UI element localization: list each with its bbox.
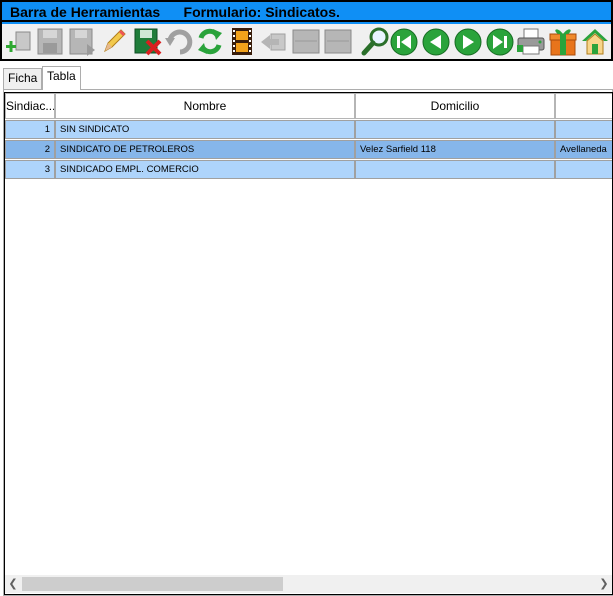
undo-disabled-icon	[165, 29, 193, 55]
disabled-box-icon	[324, 29, 352, 54]
toolbar-buttons	[2, 24, 611, 59]
save-disabled-icon	[37, 28, 63, 55]
cell-id[interactable]: 3	[5, 160, 55, 179]
refresh-icon	[198, 28, 222, 55]
save-as-disabled-icon	[69, 28, 95, 56]
gift-button[interactable]	[548, 26, 578, 57]
add-button[interactable]	[4, 26, 34, 57]
toolbar-window: Barra de Herramientas Formulario: Sindic…	[0, 0, 613, 61]
previous-record-icon	[422, 28, 450, 56]
tab-ficha[interactable]: Ficha	[3, 68, 42, 89]
cell-domicilio[interactable]	[355, 160, 555, 179]
search-button[interactable]	[361, 26, 391, 57]
home-button[interactable]	[580, 26, 610, 57]
undo-button[interactable]	[164, 26, 194, 57]
save-as-button[interactable]	[67, 26, 97, 57]
home-icon	[582, 29, 608, 55]
column-header-sindicato[interactable]: Sindiac...	[5, 93, 55, 119]
last-record-button[interactable]	[485, 26, 515, 57]
cell-domicilio[interactable]: Velez Sarfield 118	[355, 140, 555, 159]
cell-nombre[interactable]: SINDICADO EMPL. COMERCIO	[55, 160, 355, 179]
printer-icon	[517, 28, 545, 55]
print-button[interactable]	[516, 26, 546, 57]
first-record-button[interactable]	[389, 26, 419, 57]
cell-localidad[interactable]	[555, 160, 612, 179]
column-header-nombre[interactable]: Nombre	[55, 93, 355, 119]
scroll-right-icon[interactable]: ❯	[596, 575, 612, 593]
save-button[interactable]	[35, 26, 65, 57]
film-icon	[232, 28, 252, 55]
back-button[interactable]	[259, 26, 289, 57]
cell-localidad[interactable]	[555, 120, 612, 139]
delete-button[interactable]	[132, 26, 162, 57]
disabled-box-icon	[292, 29, 320, 54]
cell-nombre[interactable]: SIN SINDICATO	[55, 120, 355, 139]
next-record-button[interactable]	[453, 26, 483, 57]
table-header: Sindiac... Nombre Domicilio	[5, 93, 612, 120]
tab-tabla[interactable]: Tabla	[42, 66, 81, 90]
cell-nombre[interactable]: SINDICATO DE PETROLEROS	[55, 140, 355, 159]
search-icon	[361, 27, 389, 56]
disabled-button-1[interactable]	[291, 26, 321, 57]
toolbar-title: Barra de Herramientas Formulario: Sindic…	[2, 2, 611, 22]
table-row[interactable]: 3 SINDICADO EMPL. COMERCIO	[5, 160, 612, 180]
table-row[interactable]: 1 SIN SINDICATO	[5, 120, 612, 140]
previous-record-button[interactable]	[421, 26, 451, 57]
cell-id[interactable]: 2	[5, 140, 55, 159]
table-row-selected[interactable]: 2 SINDICATO DE PETROLEROS Velez Sarfield…	[5, 140, 612, 160]
back-disabled-icon	[261, 33, 286, 51]
scrollbar-thumb[interactable]	[22, 577, 283, 591]
scroll-left-icon[interactable]: ❮	[5, 575, 21, 593]
last-record-icon	[486, 28, 514, 56]
next-record-icon	[454, 28, 482, 56]
delete-record-icon	[134, 28, 162, 56]
cell-id[interactable]: 1	[5, 120, 55, 139]
column-header-domicilio[interactable]: Domicilio	[355, 93, 555, 119]
disabled-button-2[interactable]	[323, 26, 353, 57]
cell-domicilio[interactable]	[355, 120, 555, 139]
gift-icon	[549, 29, 577, 56]
cell-localidad[interactable]: Avellaneda	[555, 140, 612, 159]
sindicatos-table: Sindiac... Nombre Domicilio 1 SIN SINDIC…	[4, 92, 613, 595]
film-button[interactable]	[227, 26, 257, 57]
edit-pencil-icon	[104, 29, 126, 53]
refresh-button[interactable]	[195, 26, 225, 57]
first-record-icon	[390, 28, 418, 56]
horizontal-scrollbar[interactable]: ❮ ❯	[5, 575, 612, 593]
add-icon	[6, 31, 31, 52]
column-header-localidad[interactable]	[555, 93, 612, 119]
edit-button[interactable]	[99, 26, 129, 57]
